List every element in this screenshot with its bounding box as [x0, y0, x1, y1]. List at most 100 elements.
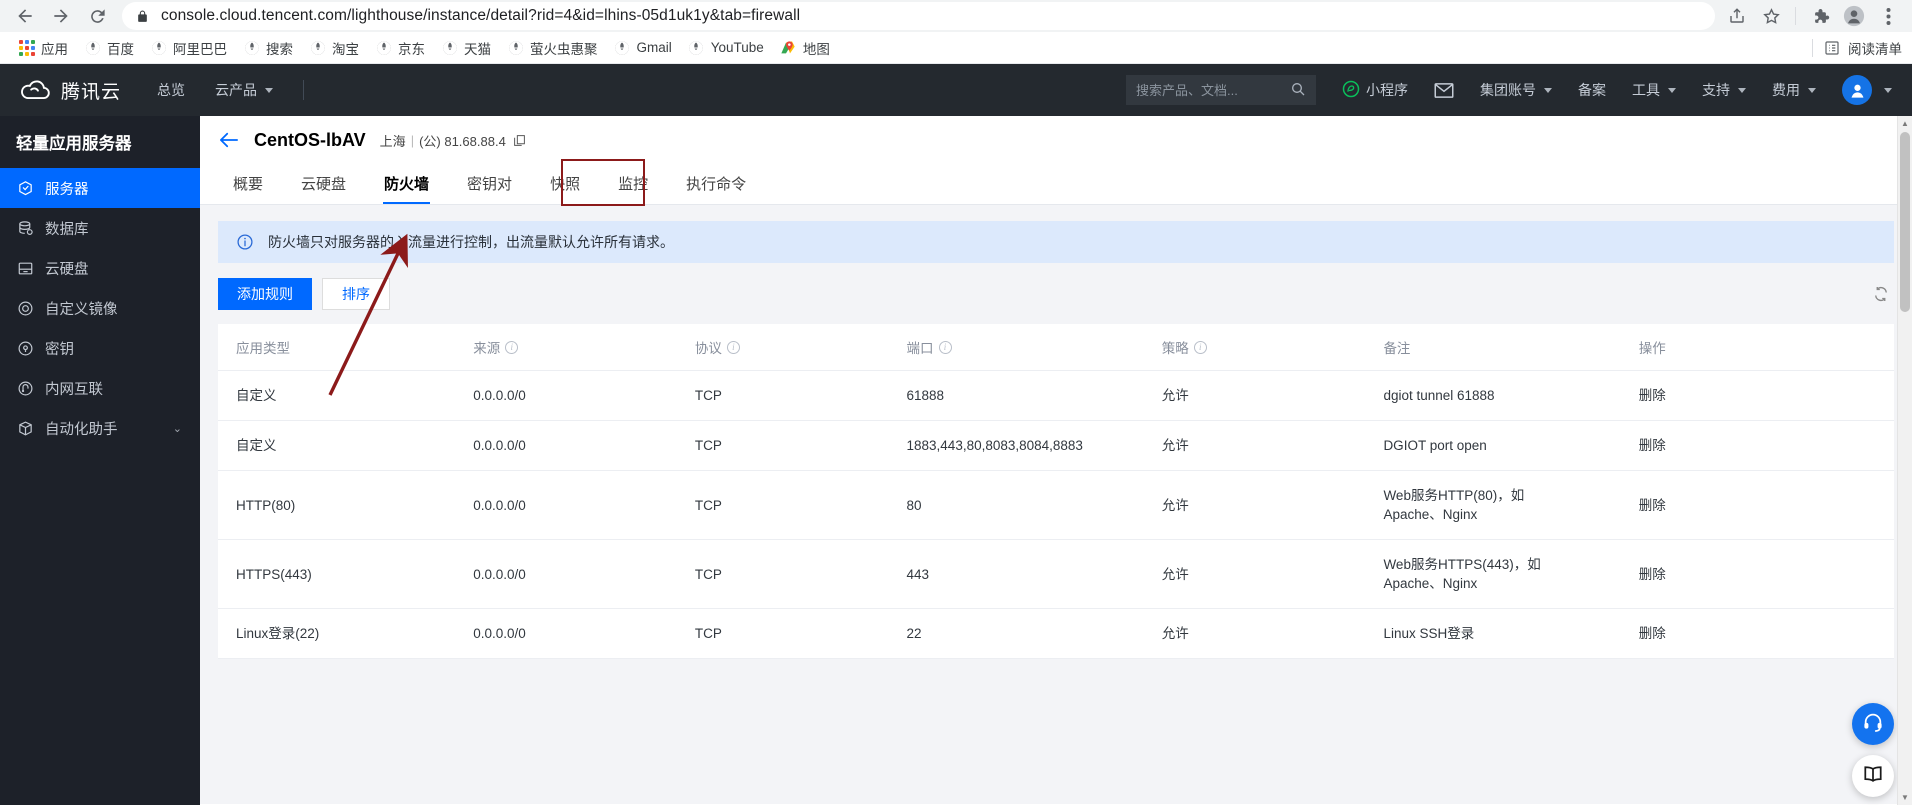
search-box[interactable]: [1126, 75, 1316, 105]
table-row[interactable]: Linux登录(22) 0.0.0.0/0 TCP 22 允许 Linux SS…: [218, 608, 1894, 659]
scroll-up-arrow[interactable]: ▲: [1898, 116, 1912, 131]
add-rule-button[interactable]: 添加规则: [218, 278, 312, 310]
bookmark-tmall[interactable]: 天猫: [433, 36, 499, 60]
info-icon[interactable]: i: [505, 340, 519, 354]
copy-icon[interactable]: [513, 134, 526, 147]
support-fab-button[interactable]: [1852, 703, 1894, 745]
nav-cloud-products[interactable]: 云产品: [215, 80, 274, 100]
table-row[interactable]: 自定义 0.0.0.0/0 TCP 61888 允许 dgiot tunnel …: [218, 370, 1894, 421]
billing-menu[interactable]: 费用: [1772, 80, 1816, 100]
tab-run-command[interactable]: 执行命令: [667, 163, 765, 204]
firewall-panel: 防火墙只对服务器的入流量进行控制，出流量默认允许所有请求。 添加规则 排序 应用…: [200, 205, 1912, 804]
bookmark-maps[interactable]: 地图: [772, 36, 838, 60]
bookmark-baidu[interactable]: 百度: [76, 36, 142, 60]
back-arrow-icon[interactable]: [8, 1, 42, 31]
tab-firewall[interactable]: 防火墙: [365, 163, 448, 204]
forward-arrow-icon[interactable]: [44, 1, 78, 31]
table-row[interactable]: 自定义 0.0.0.0/0 TCP 1883,443,80,8083,8084,…: [218, 420, 1894, 471]
delete-link[interactable]: 删除: [1638, 370, 1894, 421]
page-scrollbar[interactable]: ▲ ▼: [1897, 116, 1912, 805]
info-icon[interactable]: i: [938, 340, 952, 354]
bookmark-taobao[interactable]: 淘宝: [301, 36, 367, 60]
bookmark-gmail[interactable]: Gmail: [606, 37, 680, 58]
tab-label: 快照: [550, 176, 581, 193]
bookmark-alibaba[interactable]: 阿里巴巴: [142, 36, 235, 60]
info-icon[interactable]: i: [1193, 340, 1207, 354]
search-input[interactable]: [1136, 82, 1282, 98]
reading-list-button[interactable]: 阅读清单: [1812, 32, 1902, 63]
tab-monitor[interactable]: 监控: [599, 163, 667, 204]
sidebar-item-label: 数据库: [45, 221, 89, 238]
bookmark-youtube[interactable]: YouTube: [680, 37, 772, 58]
bookmark-search[interactable]: 搜索: [235, 36, 301, 60]
chevron-down-icon: [1738, 87, 1746, 93]
group-account-menu[interactable]: 集团账号: [1480, 80, 1552, 100]
star-icon[interactable]: [1755, 1, 1787, 31]
cell-port: 1883,443,80,8083,8084,8883: [906, 420, 1162, 471]
bookmark-label: Gmail: [636, 40, 672, 55]
bookmark-yinghuochong[interactable]: 萤火虫惠聚: [499, 36, 606, 60]
chevron-down-icon: [265, 87, 274, 93]
main-content: CentOS-lbAV 上海 | (公) 81.68.88.4 概要 云硬盘 防…: [200, 116, 1912, 805]
scrollbar-thumb[interactable]: [1900, 132, 1910, 312]
table-row[interactable]: HTTP(80) 0.0.0.0/0 TCP 80 允许 Web服务HTTP(8…: [218, 470, 1894, 540]
docs-fab-button[interactable]: [1852, 755, 1894, 797]
header-nav: 总览 云产品: [157, 80, 274, 100]
tab-overview[interactable]: 概要: [214, 163, 282, 204]
delete-link[interactable]: 删除: [1638, 420, 1894, 471]
instance-ip: (公) 81.68.88.4: [419, 133, 506, 149]
info-icon[interactable]: i: [726, 340, 740, 354]
book-icon: [1862, 763, 1884, 790]
three-dot-menu-icon[interactable]: [1872, 1, 1904, 31]
nav-overview[interactable]: 总览: [157, 80, 185, 100]
bookmarks-divider: [1812, 38, 1813, 57]
support-menu[interactable]: 支持: [1702, 80, 1746, 100]
reading-list-icon: [1823, 39, 1840, 56]
bookmark-label: 地图: [802, 41, 830, 57]
reload-icon[interactable]: [80, 1, 114, 31]
table-header: 应用类型 来源 i 协议 i 端口 i 策略 i 备注 操作: [218, 324, 1894, 371]
delete-link[interactable]: 删除: [1638, 470, 1894, 540]
bookmark-apps[interactable]: 应用: [10, 36, 76, 60]
tab-key-pair[interactable]: 密钥对: [448, 163, 531, 204]
sidebar-item-network[interactable]: 内网互联: [0, 368, 200, 408]
tencent-cloud-logo[interactable]: 腾讯云: [18, 77, 121, 104]
sidebar-item-database[interactable]: 数据库: [0, 208, 200, 248]
sidebar-item-automation-assistant[interactable]: 自动化助手 ⌄: [0, 408, 200, 448]
icp-filing-link[interactable]: 备案: [1578, 80, 1606, 100]
sidebar-item-server[interactable]: 服务器: [0, 168, 200, 208]
app-body: 轻量应用服务器 服务器 数据库 云硬盘 自定义镜像 密钥 内网互联 自动化助手 …: [0, 116, 1912, 805]
delete-link[interactable]: 删除: [1638, 608, 1894, 659]
tab-snapshot[interactable]: 快照: [531, 163, 599, 204]
table-row[interactable]: HTTPS(443) 0.0.0.0/0 TCP 443 允许 Web服务HTT…: [218, 539, 1894, 609]
globe-icon: [441, 39, 458, 56]
account-menu[interactable]: [1842, 75, 1892, 105]
search-icon[interactable]: [1290, 81, 1306, 100]
cell-policy: 允许: [1161, 539, 1384, 609]
person-icon[interactable]: [1838, 1, 1870, 31]
cell-app-type: Linux登录(22): [218, 608, 474, 659]
image-icon: [16, 299, 34, 317]
puzzle-icon[interactable]: [1804, 1, 1836, 31]
tab-cloud-disk[interactable]: 云硬盘: [282, 163, 365, 204]
sort-button[interactable]: 排序: [322, 278, 390, 310]
sidebar-item-custom-image[interactable]: 自定义镜像: [0, 288, 200, 328]
back-arrow-icon[interactable]: [218, 131, 240, 149]
cell-source: 0.0.0.0/0: [473, 370, 695, 421]
sidebar-item-label: 密钥: [45, 341, 74, 358]
cell-note: DGIOT port open: [1383, 420, 1639, 471]
delete-link[interactable]: 删除: [1638, 539, 1894, 609]
sidebar-item-disk[interactable]: 云硬盘: [0, 248, 200, 288]
mail-icon[interactable]: [1434, 82, 1454, 99]
cell-port: 61888: [906, 370, 1162, 421]
share-icon[interactable]: [1721, 1, 1753, 31]
bookmark-jd[interactable]: 京东: [367, 36, 433, 60]
refresh-icon[interactable]: [1872, 285, 1894, 303]
disk-icon: [16, 259, 34, 277]
miniprogram-button[interactable]: 小程序: [1342, 80, 1408, 101]
tools-menu[interactable]: 工具: [1632, 80, 1676, 100]
scroll-down-arrow[interactable]: ▼: [1898, 790, 1912, 805]
tab-label: 防火墙: [384, 176, 430, 193]
address-bar[interactable]: console.cloud.tencent.com/lighthouse/ins…: [122, 2, 1715, 30]
sidebar-item-key[interactable]: 密钥: [0, 328, 200, 368]
